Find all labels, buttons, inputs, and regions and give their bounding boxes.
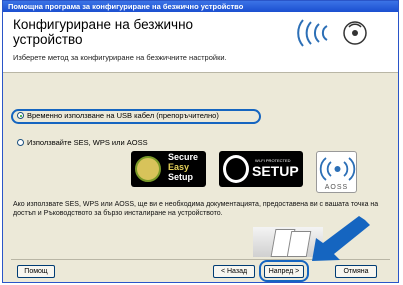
wps-lock-icon [223, 155, 249, 183]
secure-easy-setup-logo: Secure Easy Setup [131, 151, 206, 187]
next-button[interactable]: Напред > [264, 265, 304, 278]
ses-logo-line3: Setup [168, 172, 194, 182]
back-button[interactable]: < Назад [213, 265, 255, 278]
ses-logo-line2: Easy [168, 162, 190, 172]
ses-option-label[interactable]: Използвайте SES, WPS или AOSS [27, 138, 148, 147]
usb-option[interactable]: Временно използване на USB кабел (препор… [17, 111, 219, 120]
wps-main-text: SETUP [252, 163, 299, 179]
document-icon [286, 231, 312, 257]
wizard-window: Помощна програма за конфигуриране на без… [2, 0, 399, 283]
ses-option[interactable]: Използвайте SES, WPS или AOSS [17, 138, 148, 147]
header-panel: Конфигуриране на безжично устройство Изб… [3, 12, 398, 73]
cancel-button[interactable]: Отмяна [335, 265, 377, 278]
help-button[interactable]: Помощ [17, 265, 55, 278]
ses-radio[interactable] [17, 139, 24, 146]
wireless-logo-icon [297, 19, 367, 47]
page-subtitle: Изберете метод за конфигуриране на безжи… [13, 53, 227, 62]
ses-badge-icon [135, 156, 161, 182]
aoss-logo: AOSS [316, 151, 357, 193]
ses-logo-line1: Secure [168, 152, 199, 162]
wps-logo: WI-FI PROTECTED SETUP [219, 151, 303, 187]
window-titlebar: Помощна програма за конфигуриране на без… [3, 1, 398, 12]
usb-radio[interactable] [17, 112, 24, 119]
pointer-arrow-icon [312, 216, 370, 261]
page-title: Конфигуриране на безжично устройство [13, 17, 194, 47]
usb-option-label[interactable]: Временно използване на USB кабел (препор… [27, 111, 219, 120]
aoss-text: AOSS [324, 184, 349, 191]
aoss-wave-icon [319, 157, 356, 181]
